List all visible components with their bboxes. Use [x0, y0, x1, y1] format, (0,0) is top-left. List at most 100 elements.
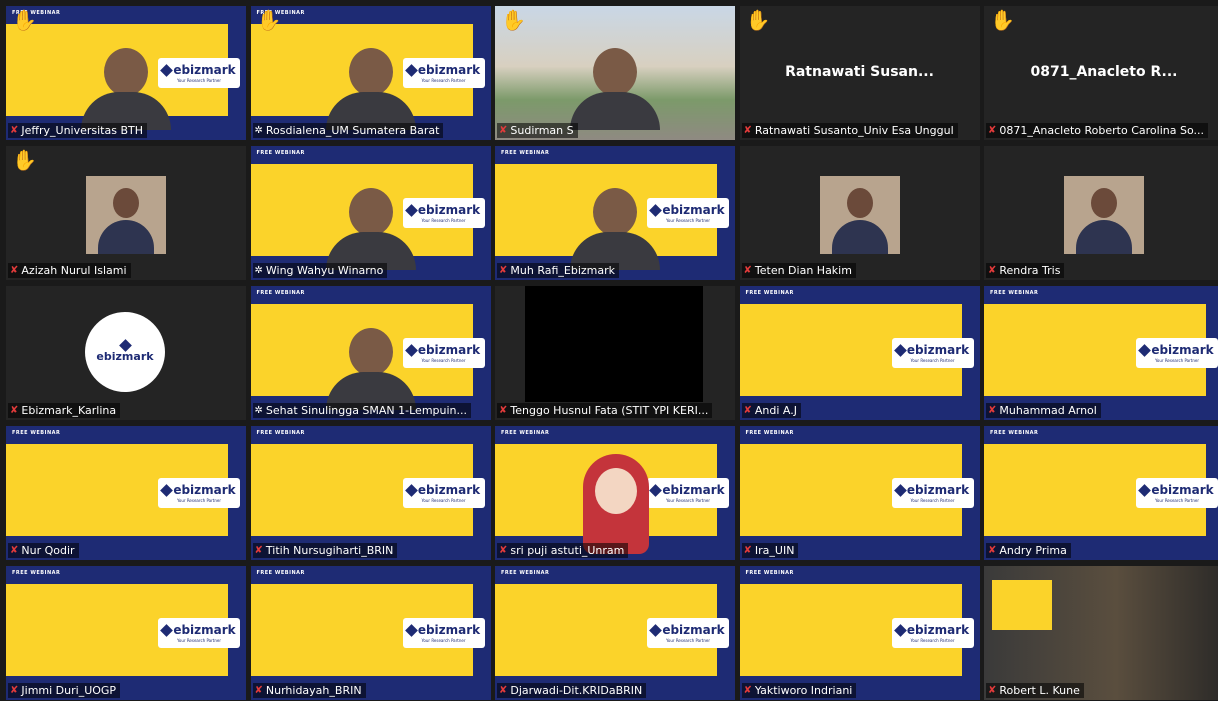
- participant-tile[interactable]: ebizmark ✘ Ebizmark_Karlina: [6, 286, 246, 420]
- participant-tile[interactable]: Ratnawati Susan... ✋ ✘ Ratnawati Susanto_Un…: [739, 6, 980, 140]
- participant-tile[interactable]: FREE WEBINAR ebizmark Your Research Partne…: [495, 146, 735, 280]
- participant-name: Ratnawati Susanto_Univ Esa Unggul: [754, 124, 954, 137]
- participant-head: [348, 328, 393, 376]
- participant-figure: [325, 188, 416, 270]
- logo-text: ebizmark: [173, 63, 236, 77]
- participant-tile[interactable]: ✋ ✘ Azizah Nurul Islami: [6, 146, 246, 280]
- logo-row: ebizmark: [649, 623, 725, 637]
- logo-text: ebizmark: [1151, 343, 1214, 357]
- participant-tile[interactable]: FREE WEBINAR ebizmark Your Research Partne…: [6, 566, 246, 700]
- participant-name: Sudirman S: [510, 124, 574, 137]
- participant-name-label: ✲ Sehat Sinulingga SMAN 1-Lempuin...: [252, 403, 472, 418]
- logo-tagline: Your Research Partner: [910, 358, 955, 363]
- participant-name: Andry Prima: [999, 544, 1067, 557]
- logo-tagline: Your Research Partner: [177, 498, 221, 503]
- presentation-slide: FREE WEBINAR ebizmark Your Research Partne…: [495, 566, 735, 700]
- mic-muted-icon: ✘: [10, 684, 19, 696]
- pin-icon: ✲: [254, 124, 263, 136]
- logo-text: ebizmark: [662, 203, 725, 217]
- logo-text: ebizmark: [417, 343, 481, 357]
- participant-tile[interactable]: FREE WEBINAR ebizmark Your Research Partne…: [250, 426, 491, 560]
- logo-text: ebizmark: [906, 343, 970, 357]
- participant-name-label: ✘ Yaktiworo Indriani: [741, 683, 857, 698]
- logo-row: ebizmark: [404, 203, 480, 217]
- participant-head: [348, 48, 393, 96]
- mic-muted-icon: ✘: [743, 544, 752, 556]
- profile-photo: [819, 176, 900, 254]
- raised-hand-icon: ✋: [501, 8, 526, 32]
- participant-name-label: ✘ Ebizmark_Karlina: [8, 403, 121, 418]
- logo-text: ebizmark: [417, 483, 481, 497]
- participant-tile[interactable]: FREE WEBINAR ebizmark Your Research Partne…: [250, 286, 491, 420]
- participant-tile[interactable]: FREE WEBINAR ebizmark Your Research Partne…: [495, 566, 735, 700]
- participant-tile[interactable]: FREE WEBINAR ebizmark Your Research Partne…: [739, 286, 980, 420]
- mic-muted-icon: ✘: [254, 544, 263, 556]
- participant-name-label: ✘ Sudirman S: [497, 123, 578, 138]
- video-gallery: FREE WEBINAR ebizmark Your Research Partne…: [0, 0, 1218, 701]
- participant-name: Yaktiworo Indriani: [754, 684, 853, 697]
- logo-text: ebizmark: [417, 623, 481, 637]
- logo-row: ebizmark: [160, 63, 236, 77]
- slide-tag: FREE WEBINAR: [12, 430, 61, 436]
- logo-tagline: Your Research Partner: [666, 498, 710, 503]
- logo-text: ebizmark: [173, 623, 236, 637]
- participant-figure: [81, 48, 171, 130]
- raised-hand-icon: ✋: [256, 8, 282, 32]
- ebizmark-logo: ebizmark Your Research Partner: [891, 338, 974, 368]
- participant-tile[interactable]: FREE WEBINAR ebizmark Your Research Partne…: [984, 426, 1218, 560]
- participant-tile[interactable]: ✘ Teten Dian Hakim: [739, 146, 980, 280]
- presentation-slide: FREE WEBINAR ebizmark Your Research Partne…: [250, 566, 491, 700]
- participant-name: sri puji astuti_Unram: [510, 544, 625, 557]
- participant-tile[interactable]: FREE WEBINAR ebizmark Your Research Partne…: [6, 426, 246, 560]
- mic-muted-icon: ✘: [743, 124, 752, 136]
- mic-muted-icon: ✘: [499, 124, 508, 136]
- display-name: Ratnawati Susan...: [785, 64, 934, 80]
- participant-tile[interactable]: ✘ Robert L. Kune: [984, 566, 1218, 700]
- slide-window: [992, 580, 1052, 630]
- raised-hand-icon: ✋: [12, 8, 37, 32]
- slide-tag: FREE WEBINAR: [501, 570, 550, 576]
- participant-tile[interactable]: FREE WEBINAR ebizmark Your Research Partne…: [250, 566, 491, 700]
- mic-muted-icon: ✘: [10, 544, 19, 556]
- participant-name: Nur Qodir: [21, 544, 75, 557]
- participant-tile[interactable]: FREE WEBINAR ebizmark Your Research Partne…: [984, 286, 1218, 420]
- logo-tagline: Your Research Partner: [910, 638, 955, 643]
- presentation-slide: FREE WEBINAR ebizmark Your Research Partne…: [739, 566, 980, 700]
- participant-tile[interactable]: ✋ ✘ Sudirman S: [495, 6, 735, 140]
- participant-tile[interactable]: FREE WEBINAR ebizmark Your Research Partne…: [739, 426, 980, 560]
- participant-name-label: ✘ Titih Nursugiharti_BRIN: [252, 543, 398, 558]
- mic-muted-icon: ✘: [499, 684, 508, 696]
- participant-name-label: ✘ Jeffry_Universitas BTH: [8, 123, 147, 138]
- logo-row: ebizmark: [649, 483, 725, 497]
- logo-tagline: Your Research Partner: [666, 638, 710, 643]
- participant-tile[interactable]: FREE WEBINAR ebizmark Your Research Partne…: [739, 566, 980, 700]
- ebizmark-logo: ebizmark Your Research Partner: [1136, 338, 1218, 368]
- presentation-slide: FREE WEBINAR ebizmark Your Research Partne…: [6, 566, 246, 700]
- participant-name: Nurhidayah_BRIN: [265, 684, 362, 697]
- participant-figure: [325, 328, 416, 410]
- logo-text: ebizmark: [173, 483, 236, 497]
- mic-muted-icon: ✘: [743, 684, 752, 696]
- logo-row: ebizmark: [649, 203, 725, 217]
- presentation-slide: FREE WEBINAR ebizmark Your Research Partne…: [739, 426, 980, 560]
- participant-tile[interactable]: ✘ Tenggo Husnul Fata (STIT YPI KERI...: [495, 286, 735, 420]
- diamond-icon: [893, 483, 907, 497]
- participant-tile[interactable]: ✘ Rendra Tris: [984, 146, 1218, 280]
- slide-tag: FREE WEBINAR: [256, 570, 305, 576]
- participant-tile[interactable]: FREE WEBINAR ebizmark Your Research Partne…: [6, 6, 246, 140]
- slide-tag: FREE WEBINAR: [12, 570, 61, 576]
- participant-tile[interactable]: FREE WEBINAR ebizmark Your Research Partne…: [495, 426, 735, 560]
- display-name: 0871_Anacleto R...: [1030, 64, 1178, 80]
- logo-tagline: Your Research Partner: [177, 78, 221, 83]
- participant-name-label: ✘ Teten Dian Hakim: [741, 263, 856, 278]
- participant-tile[interactable]: 0871_Anacleto R... ✋ ✘ 0871_Anacleto Robert…: [984, 6, 1218, 140]
- slide-tag: FREE WEBINAR: [990, 290, 1039, 296]
- ebizmark-logo: ebizmark Your Research Partner: [158, 478, 240, 508]
- mic-muted-icon: ✘: [499, 264, 508, 276]
- logo-tagline: Your Research Partner: [421, 78, 466, 83]
- ebizmark-logo: ebizmark Your Research Partner: [647, 618, 729, 648]
- participant-tile[interactable]: FREE WEBINAR ebizmark Your Research Partne…: [250, 146, 491, 280]
- diamond-icon: [649, 483, 663, 497]
- participant-tile[interactable]: FREE WEBINAR ebizmark Your Research Partne…: [250, 6, 491, 140]
- ebizmark-logo: ebizmark Your Research Partner: [1136, 478, 1218, 508]
